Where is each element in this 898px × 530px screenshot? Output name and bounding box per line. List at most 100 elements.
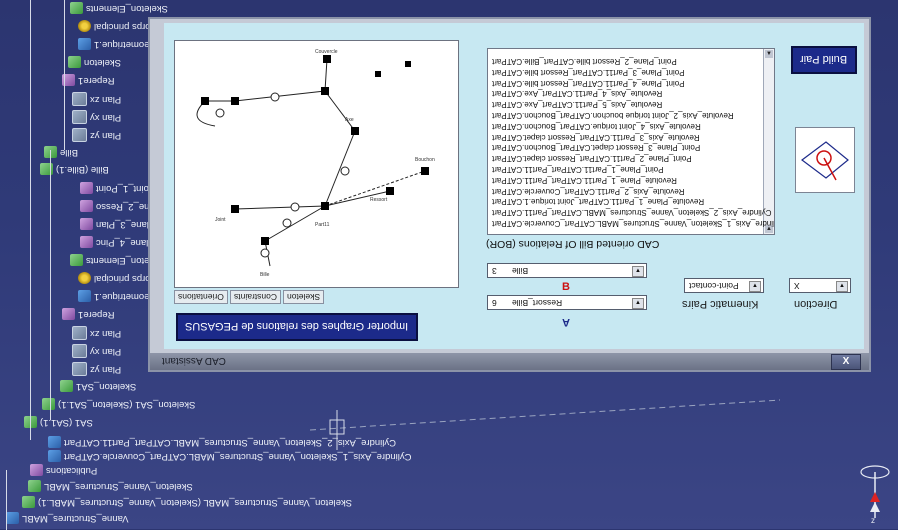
body-icon — [60, 380, 73, 392]
graph-tabs: Orientations Constraints Skeleton — [174, 290, 324, 304]
tree-item[interactable]: Skeleton_SA1 (Skeleton_SA1.1) — [42, 398, 195, 410]
select-b[interactable]: 3 Bille ▲ — [487, 263, 647, 278]
pair-preview — [795, 127, 855, 193]
bor-list-item[interactable]: Revolute_Axis_5_Part11.CATPart_Axe.CATPa… — [492, 100, 662, 109]
tree-item[interactable]: Corps principal — [78, 20, 157, 32]
tree-connector — [50, 150, 51, 420]
tree-item-label: Skeleton_Vanne_Structures_MABL — [44, 480, 193, 492]
tree-item-label: Skeleton — [84, 56, 121, 68]
compass-icon[interactable]: z — [858, 462, 892, 524]
plane-icon — [72, 344, 87, 358]
label-a: A — [562, 316, 570, 328]
tree-item[interactable]: Plan yz — [72, 128, 121, 142]
tree-item-label: Plan yz — [90, 363, 122, 375]
kinematic-pairs-label: Kinematic Pairs — [682, 298, 759, 310]
bor-list-item[interactable]: Revolute_Axis_4_Part11.CATPart_Axe.CATPa… — [492, 89, 662, 98]
bor-scrollbar[interactable]: ▼ ▲ — [763, 49, 774, 234]
tree-item[interactable]: Plan zx — [72, 326, 121, 340]
tree-item-label: Repere1 — [78, 308, 115, 320]
bor-list-item[interactable]: Revolute_Plane_1_Part11.CATPart_Joint to… — [492, 197, 704, 206]
bor-list-item[interactable]: Revolute_Plane_1_Part11.CATPart_Part11.C… — [492, 176, 677, 185]
tree-item-label: Plan xy — [90, 111, 122, 123]
svg-text:Bouchon: Bouchon — [415, 157, 435, 163]
bor-list-item[interactable]: Point_Plane_3_Part11.CATPart_Ressort bil… — [492, 68, 685, 77]
part-icon — [48, 450, 61, 462]
bor-list-item[interactable]: Cylindre_Axis_2_Skeleton_Vanne_Structure… — [492, 208, 772, 217]
bor-list-item[interactable]: Point_Plane_2_Part11.CATPart_Ressort cla… — [492, 154, 692, 163]
bor-list-item[interactable]: Revolute_Axis_4_Joint torique.CATPart_Bo… — [492, 122, 701, 131]
chevron-down-icon: ▲ — [836, 281, 848, 292]
tab-constraints[interactable]: Constraints — [229, 290, 281, 304]
bor-list-item[interactable]: Point_Plane_4_Part11.CATPart_Ressort bil… — [492, 79, 685, 88]
tree-item-label: Repere1 — [78, 74, 115, 86]
tree-item[interactable]: Plan xy — [72, 110, 121, 124]
tree-item[interactable]: Plan yz — [72, 362, 121, 376]
chevron-down-icon: ▲ — [749, 281, 761, 292]
kinematic-pair-select[interactable]: Point-contact ▲ — [684, 278, 764, 293]
cad-assistant-dialog: Bille Ressort Bouchon Part11 Axe Joint C… — [148, 17, 871, 372]
tab-skeleton[interactable]: Skeleton — [282, 290, 324, 304]
tree-item-label: Vanne_Structures_MABL — [22, 512, 129, 524]
select-a[interactable]: 6 Ressort_Bille ▲ — [487, 295, 647, 310]
tab-orientations[interactable]: Orientations — [174, 290, 228, 304]
axis-lines — [309, 399, 781, 450]
plane-icon — [72, 110, 87, 124]
svg-text:z: z — [871, 516, 875, 524]
scroll-down-arrow-icon[interactable]: ▼ — [765, 50, 773, 58]
plane-icon — [72, 362, 87, 376]
body-icon — [68, 56, 81, 68]
tree-connector — [6, 470, 7, 530]
tree-item[interactable]: Vanne_Structures_MABL — [6, 512, 129, 524]
lines-icon — [80, 182, 93, 194]
bor-title: CAD oriented Bill Of Relations (BOR) — [486, 238, 660, 250]
tree-item[interactable]: Skeleton_Vanne_Structures_MABL — [28, 480, 193, 492]
lines-icon — [80, 218, 93, 230]
tree-item[interactable]: Corps principal — [78, 272, 157, 284]
direction-select[interactable]: X ▲ — [789, 278, 851, 293]
plane-icon — [72, 128, 87, 142]
svg-text:Axe: Axe — [345, 117, 354, 123]
tree-item[interactable]: Publications — [30, 464, 97, 476]
tree-item[interactable]: Plan xy — [72, 344, 121, 358]
body-icon — [70, 2, 83, 14]
import-graphs-button[interactable]: Importer Graphes des relations de PEGASU… — [176, 313, 418, 341]
bor-list-item[interactable]: Point_Plane_2_Ressort bille.CATPart_Bill… — [492, 57, 677, 66]
tree-item-label: Skeleton_Elements — [86, 2, 168, 14]
tree-item[interactable]: Repere1 — [62, 74, 114, 86]
dialog-titlebar[interactable]: CAD Assistant X — [150, 353, 869, 370]
svg-text:Ressort: Ressort — [370, 197, 388, 203]
bor-list-item[interactable]: Cylindre_Axis_1_Skeleton_Vanne_Structure… — [492, 219, 774, 228]
relations-graph[interactable]: Bille Ressort Bouchon Part11 Axe Joint C… — [174, 40, 459, 288]
tree-item-label: Skeleton_SA1 (Skeleton_SA1.1) — [58, 398, 196, 410]
bor-list-item[interactable]: Revolute_Axis_2_Joint torique bouchon.CA… — [492, 111, 734, 120]
part-icon — [78, 38, 91, 50]
bor-list-item[interactable]: Point_Plane_1_Part11.CATPart_Part11.CATP… — [492, 165, 664, 174]
bor-listbox[interactable]: ▼ ▲ Cylindre_Axis_1_Skeleton_Vanne_Struc… — [487, 48, 775, 235]
bor-list-item[interactable]: Point_Plane_3_Ressort clapet.CATPart_Bou… — [492, 143, 700, 152]
tree-item-label: Publications — [46, 464, 98, 476]
tree-item[interactable]: Skeleton_Elements — [70, 2, 168, 14]
tree-item[interactable]: Plan zx — [72, 92, 121, 106]
tree-connector — [64, 0, 65, 150]
part-icon — [6, 512, 19, 524]
tree-item-label: Plan zx — [90, 93, 122, 105]
tree-item[interactable]: Skeleton — [68, 56, 121, 68]
bor-list-item[interactable]: Revolute_Axis_3_Part11.CATPart_Ressort c… — [492, 133, 700, 142]
graph-svg: Bille Ressort Bouchon Part11 Axe Joint C… — [196, 49, 435, 278]
build-pair-button[interactable]: Build Pair — [791, 46, 857, 74]
tree-item-label: Bille — [60, 146, 78, 158]
part-icon — [48, 436, 61, 448]
tree-item-label: Plan xy — [90, 345, 122, 357]
tree-item[interactable]: Repere1 — [62, 308, 114, 320]
body-icon — [40, 163, 53, 175]
chevron-down-icon: ▲ — [632, 266, 644, 277]
svg-text:Couvercle: Couvercle — [315, 49, 338, 55]
tree-item[interactable]: Skeleton_SA1 — [60, 380, 136, 392]
close-button[interactable]: X — [831, 354, 861, 370]
tree-item[interactable]: SA1 (SA1.1) — [24, 416, 93, 428]
body-icon — [70, 254, 83, 266]
label-b: B — [562, 281, 570, 293]
tree-item[interactable]: Skeleton_Vanne_Structures_MABL (Skeleton… — [22, 496, 352, 508]
bor-list-item[interactable]: Revolute_Axis_2_Part11.CATPart_Couvercle… — [492, 187, 685, 196]
tree-item-label: Plan zx — [90, 327, 122, 339]
